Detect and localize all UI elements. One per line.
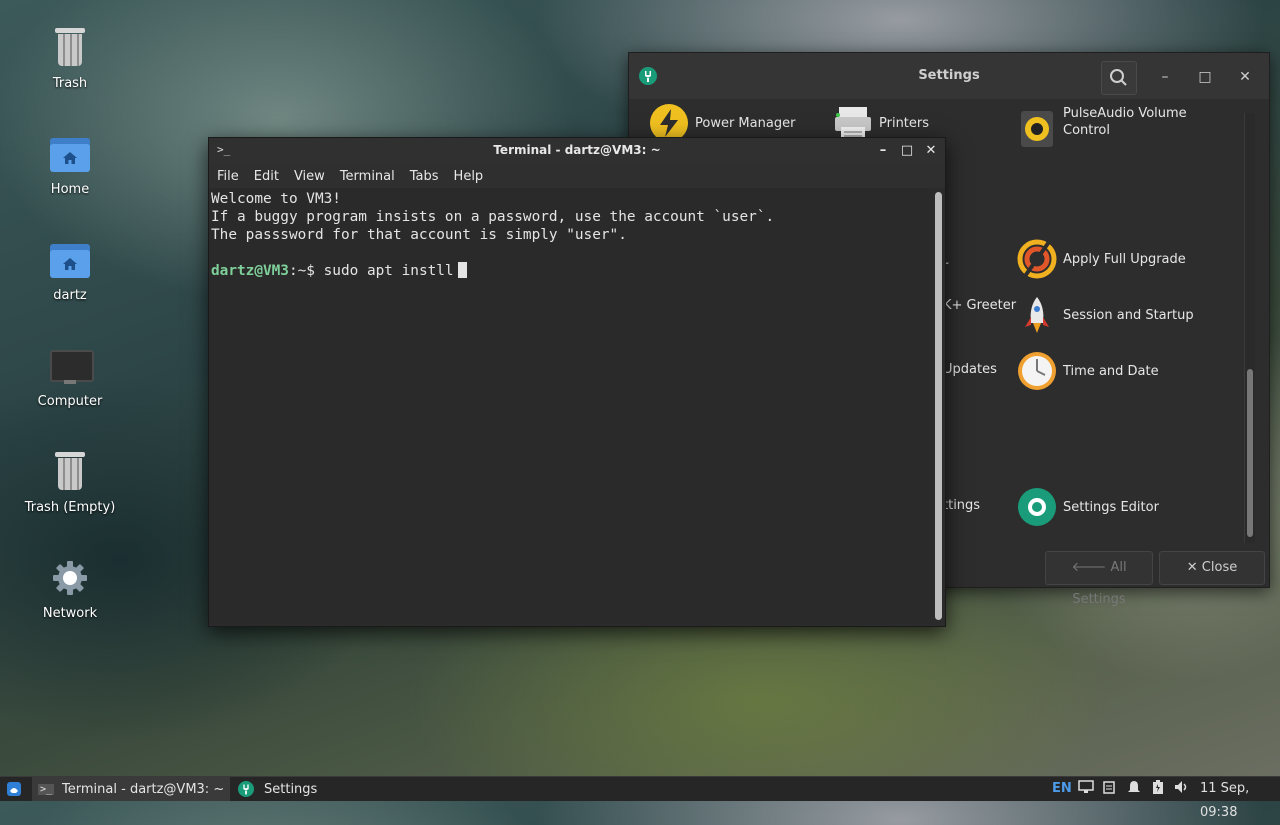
terminal-scrollbar[interactable] [933, 188, 945, 624]
trash-icon [46, 448, 94, 496]
all-settings-button[interactable]: 🡐 All Settings [1045, 551, 1153, 607]
scroll-thumb[interactable] [1247, 369, 1253, 537]
minimize-button[interactable]: – [1151, 63, 1179, 91]
clipboard-icon[interactable] [1102, 777, 1116, 801]
desktop-icon-trash[interactable]: Trash [20, 24, 120, 91]
terminal-screen[interactable]: Welcome to VM3! If a buggy program insis… [209, 188, 933, 624]
task-label: Settings [264, 781, 318, 797]
desktop-icon-label: dartz [53, 288, 87, 303]
search-icon [1110, 69, 1127, 86]
menu-edit[interactable]: Edit [254, 169, 279, 184]
taskbar: >_ Terminal - dartz@VM3: ~ Settings EN 1… [0, 776, 1280, 820]
terminal-prompt-line: dartz@VM3:~$ sudo apt instll [211, 262, 933, 280]
terminal-title: Terminal - dartz@VM3: ~ [493, 143, 661, 157]
desktop-icon-label: Computer [37, 394, 103, 409]
task-label: Terminal - dartz@VM3: ~ [62, 781, 225, 797]
settings-titlebar[interactable]: Settings – □ ✕ [629, 53, 1269, 99]
settings-item-pulseaudio[interactable]: PulseAudio Volume Control [1017, 105, 1187, 149]
close-button[interactable]: ✕ [1231, 63, 1259, 91]
gear-icon [1018, 488, 1056, 526]
network-icon[interactable] [1078, 777, 1094, 801]
desktop-icon-computer[interactable]: Computer [20, 342, 120, 409]
desktop-icon-home[interactable]: Home [20, 130, 120, 197]
terminal-icon: >_ [38, 783, 55, 795]
settings-item-label: Session and Startup [1063, 307, 1194, 323]
desktop-icon-label: Network [42, 606, 98, 621]
network-gear-icon [46, 554, 94, 602]
arrow-left-icon: 🡐 [1071, 560, 1111, 575]
terminal-menubar: File Edit View Terminal Tabs Help [209, 164, 945, 188]
home-folder-icon [46, 130, 94, 178]
menu-file[interactable]: File [217, 169, 239, 184]
computer-icon [46, 342, 94, 390]
close-icon: ✕ [1186, 560, 1202, 575]
settings-search-button[interactable] [1101, 61, 1137, 95]
battery-icon[interactable] [1152, 777, 1164, 801]
command-text: sudo apt instll [323, 263, 454, 279]
terminal-line: If a buggy program insists on a password… [211, 209, 775, 225]
settings-item-settings-editor[interactable]: Settings Editor [1017, 487, 1159, 527]
home-folder-icon [46, 236, 94, 284]
prompt-path: :~$ [288, 263, 324, 279]
desktop-icon-dartz[interactable]: dartz [20, 236, 120, 303]
whisker-menu-button[interactable] [2, 777, 26, 801]
settings-item-label: Time and Date [1063, 363, 1159, 379]
speaker-icon [1021, 111, 1053, 147]
taskbar-task-settings[interactable]: Settings [234, 777, 354, 801]
desktop-icon-trash-empty[interactable]: Trash (Empty) [20, 448, 120, 515]
settings-partial-label: K+ Greeter [943, 298, 1017, 313]
clock[interactable]: 11 Sep, 09:38 [1200, 777, 1280, 820]
prompt-user: dartz@VM3 [211, 263, 289, 279]
keyboard-layout-indicator[interactable]: EN [1052, 777, 1072, 801]
scroll-thumb[interactable] [935, 192, 942, 620]
terminal-window: >_ Terminal - dartz@VM3: ~ – □ ✕ File Ed… [208, 137, 946, 627]
settings-item-label: PulseAudio Volume Control [1063, 106, 1187, 138]
maximize-button[interactable]: □ [897, 141, 917, 161]
volume-icon[interactable] [1174, 777, 1190, 801]
text-cursor [457, 262, 467, 278]
notification-bell-icon[interactable] [1127, 777, 1141, 801]
menu-help[interactable]: Help [454, 169, 484, 184]
desktop-icon-label: Trash [52, 76, 88, 91]
settings-item-label: Apply Full Upgrade [1063, 251, 1186, 267]
clock-icon [1018, 352, 1056, 390]
upgrade-icon [1017, 239, 1057, 279]
settings-app-icon [238, 781, 254, 797]
settings-close-button[interactable]: ✕ Close [1159, 551, 1265, 585]
settings-item-session-startup[interactable]: Session and Startup [1017, 295, 1194, 335]
menu-tabs[interactable]: Tabs [410, 169, 439, 184]
terminal-line: Welcome to VM3! [211, 191, 341, 207]
minimize-button[interactable]: – [873, 141, 893, 161]
menu-view[interactable]: View [294, 169, 325, 184]
terminal-line: The passsword for that account is simply… [211, 227, 627, 243]
taskbar-task-terminal[interactable]: >_ Terminal - dartz@VM3: ~ [32, 777, 230, 801]
settings-item-label: Printers [879, 115, 930, 131]
settings-partial-label: Updates [943, 362, 997, 377]
close-button[interactable]: ✕ [921, 141, 941, 161]
settings-partial-label: ttings [943, 498, 981, 513]
menu-terminal[interactable]: Terminal [340, 169, 395, 184]
desktop-icon-label: Trash (Empty) [24, 500, 116, 515]
terminal-titlebar[interactable]: >_ Terminal - dartz@VM3: ~ – □ ✕ [209, 138, 945, 164]
settings-item-label: Settings Editor [1063, 499, 1159, 515]
desktop-icon-label: Home [50, 182, 90, 197]
maximize-button[interactable]: □ [1191, 63, 1219, 91]
settings-item-label: Power Manager [695, 115, 796, 131]
settings-item-apply-full-upgrade[interactable]: Apply Full Upgrade [1017, 239, 1186, 279]
settings-scrollbar[interactable] [1244, 113, 1255, 543]
desktop-icon-network[interactable]: Network [20, 554, 120, 621]
settings-item-time-date[interactable]: Time and Date [1017, 351, 1159, 391]
rocket-icon [1025, 297, 1049, 333]
xfce-menu-icon [7, 782, 21, 796]
trash-icon [46, 24, 94, 72]
